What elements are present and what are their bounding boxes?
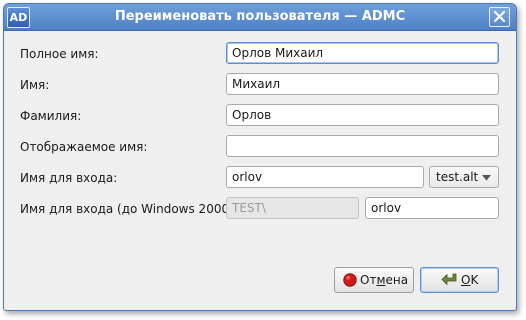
close-button[interactable]: [489, 7, 510, 27]
domain-select-value: test.alt: [436, 170, 479, 184]
title-bar[interactable]: AD Переименовать пользователя — ADMC: [4, 4, 516, 31]
cancel-mnemonic: м: [376, 273, 386, 287]
domain-select[interactable]: test.alt: [429, 166, 499, 188]
logon-name-input[interactable]: orlov: [226, 166, 424, 188]
cancel-button[interactable]: Отмена: [334, 267, 414, 293]
last-name-label: Фамилия:: [20, 109, 82, 123]
last-name-input[interactable]: Орлов: [226, 104, 499, 126]
cancel-label-suffix: ена: [385, 273, 409, 287]
cancel-icon: [343, 273, 357, 287]
chevron-down-icon: [482, 175, 491, 181]
app-icon: AD: [7, 7, 30, 28]
first-name-input[interactable]: Михаил: [226, 73, 499, 95]
first-name-label: Имя:: [20, 78, 50, 92]
display-name-label: Отображаемое имя:: [20, 140, 148, 154]
ok-label-suffix: K: [470, 273, 479, 287]
domain-prefix-field: TEST\: [226, 197, 359, 219]
display-name-input[interactable]: [226, 135, 499, 157]
rename-user-dialog: AD Переименовать пользователя — ADMC Пол…: [3, 3, 517, 311]
logon-name-pre2000-label: Имя для входа (до Windows 2000):: [20, 202, 238, 216]
logon-name-label: Имя для входа:: [20, 171, 118, 185]
ok-button[interactable]: OK: [420, 267, 499, 293]
window-title: Переименовать пользователя — ADMC: [114, 9, 406, 24]
full-name-label: Полное имя:: [20, 47, 99, 61]
ok-arrow-icon: [441, 273, 457, 285]
full-name-input[interactable]: Орлов Михаил: [226, 42, 499, 64]
cancel-label-prefix: От: [360, 273, 377, 287]
close-icon: [493, 10, 506, 23]
logon-name-pre2000-input[interactable]: orlov: [365, 197, 499, 219]
